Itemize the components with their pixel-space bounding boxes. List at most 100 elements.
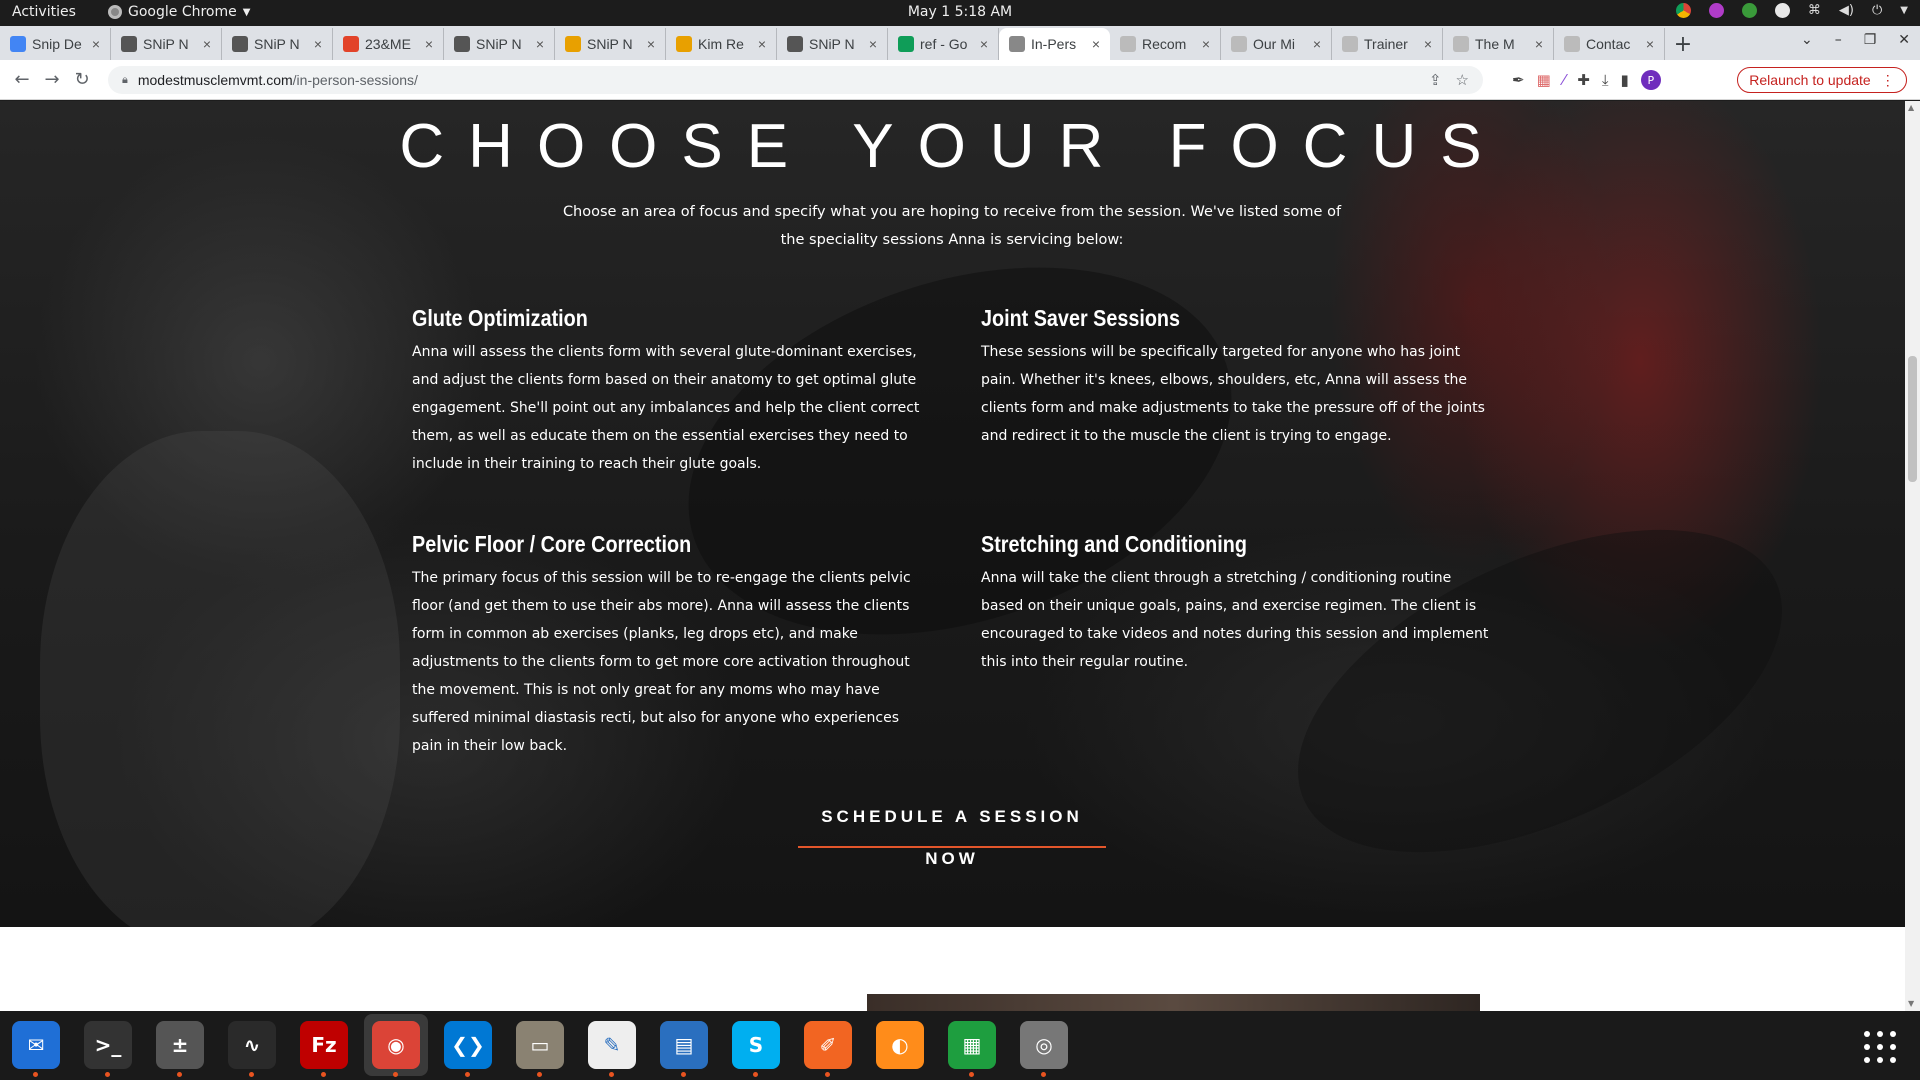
app-menu[interactable]: Google Chrome ▼ <box>108 4 250 20</box>
browser-tab[interactable]: The M × <box>1443 28 1554 60</box>
service-description: These sessions will be specifically targ… <box>981 344 1485 444</box>
text-editor-icon[interactable]: ✎ <box>588 1021 636 1077</box>
shield-tray-icon[interactable] <box>1741 3 1757 18</box>
calculator-icon[interactable]: ± <box>156 1021 204 1077</box>
tab-close-icon[interactable]: × <box>1420 36 1436 52</box>
browser-tab[interactable]: SNiP N × <box>777 28 888 60</box>
pen-extension-icon[interactable]: ⁄ <box>1563 71 1566 89</box>
tab-search-icon[interactable]: ⌄ <box>1801 32 1813 48</box>
chrome-tray-icon[interactable] <box>1675 3 1691 18</box>
skype-icon[interactable]: S <box>732 1021 780 1077</box>
site-icon <box>1231 36 1247 52</box>
filezilla-icon[interactable]: Fz <box>300 1021 348 1077</box>
browser-tab[interactable]: Our Mi × <box>1221 28 1332 60</box>
docs-icon <box>10 36 26 52</box>
disk-icon[interactable]: ◎ <box>1020 1021 1068 1077</box>
browser-tab[interactable]: ref - Go × <box>888 28 999 60</box>
app-menu-label: Google Chrome <box>128 4 237 20</box>
address-bar[interactable]: 🔒︎ modestmusclemvmt.com/in-person-sessio… <box>108 66 1483 94</box>
forward-icon[interactable]: → <box>37 69 67 90</box>
volume-icon[interactable]: ◀) <box>1839 3 1854 18</box>
restore-icon[interactable]: ❐ <box>1864 32 1877 48</box>
scrollbar-thumb[interactable] <box>1908 356 1917 482</box>
extensions-area: ✒ ▦ ⁄ ✚ ⤓ ▮ P <box>1512 70 1661 90</box>
browser-tab[interactable]: SNiP N × <box>555 28 666 60</box>
new-tab-icon[interactable]: + <box>1665 28 1701 60</box>
dock-glyph: ◎ <box>1035 1033 1053 1057</box>
power-icon[interactable]: ⏻ <box>1872 3 1882 18</box>
close-window-icon[interactable]: ✕ <box>1898 32 1910 48</box>
dock-glyph: ◐ <box>891 1033 909 1057</box>
service-description: Anna will assess the clients form with s… <box>412 344 920 472</box>
download-icon[interactable]: ⤓ <box>1602 71 1609 89</box>
tab-close-icon[interactable]: × <box>1531 36 1547 52</box>
color-picker-tray-icon[interactable] <box>1708 3 1724 18</box>
dock-glyph: ▤ <box>674 1033 694 1057</box>
browser-tab[interactable]: 23&ME × <box>333 28 444 60</box>
tab-close-icon[interactable]: × <box>865 36 881 52</box>
extensions-puzzle-icon[interactable]: ✚ <box>1577 71 1590 89</box>
browser-tab[interactable]: Trainer × <box>1332 28 1443 60</box>
service-glute-optimization: Glute Optimization Anna will assess the … <box>412 305 922 478</box>
schedule-session-button[interactable]: SCHEDULE A SESSION NOW <box>798 796 1106 868</box>
drawing-icon[interactable]: ✐ <box>804 1021 852 1077</box>
files-icon[interactable]: ▭ <box>516 1021 564 1077</box>
relaunch-to-update-button[interactable]: Relaunch to update ⋮ <box>1737 67 1907 93</box>
page-scrollbar[interactable]: ▲ ▼ <box>1905 101 1920 1011</box>
browser-tab[interactable]: Kim Re × <box>666 28 777 60</box>
browser-tab[interactable]: SNiP N × <box>444 28 555 60</box>
service-pelvic-floor: Pelvic Floor / Core Correction The prima… <box>412 531 922 760</box>
focus-section: CHOOSE YOUR FOCUS Choose an area of focu… <box>0 101 1905 927</box>
minimize-icon[interactable]: – <box>1835 32 1842 48</box>
tab-close-icon[interactable]: × <box>1642 36 1658 52</box>
document-viewer-icon[interactable]: ▤ <box>660 1021 708 1077</box>
scroll-up-icon[interactable]: ▲ <box>1908 103 1914 112</box>
tab-close-icon[interactable]: × <box>754 36 770 52</box>
tab-close-icon[interactable]: × <box>310 36 326 52</box>
tab-close-icon[interactable]: × <box>643 36 659 52</box>
system-monitor-icon[interactable]: ∿ <box>228 1021 276 1077</box>
firefox-dev-icon[interactable]: ◐ <box>876 1021 924 1069</box>
chrome-icon <box>565 36 581 52</box>
back-icon[interactable]: ← <box>7 69 37 90</box>
lock-icon[interactable]: 🔒︎ <box>122 74 128 87</box>
dock-glyph: S <box>748 1033 764 1057</box>
browser-tab[interactable]: Contac × <box>1554 28 1665 60</box>
tab-close-icon[interactable]: × <box>421 36 437 52</box>
tab-close-icon[interactable]: × <box>1088 36 1104 52</box>
chevron-down-icon[interactable]: ▼ <box>1900 5 1908 16</box>
side-panel-icon[interactable]: ▮ <box>1621 71 1629 89</box>
browser-tab[interactable]: SNiP N × <box>111 28 222 60</box>
activities-button[interactable]: Activities <box>12 4 76 20</box>
profile-avatar[interactable]: P <box>1640 70 1661 90</box>
browser-tab[interactable]: Recom × <box>1110 28 1221 60</box>
tab-close-icon[interactable]: × <box>976 36 992 52</box>
calendar-extension-icon[interactable]: ▦ <box>1537 71 1551 89</box>
tab-title: Contac <box>1586 36 1631 52</box>
browser-tab[interactable]: Snip De × <box>0 28 111 60</box>
dock-glyph: ± <box>171 1033 189 1057</box>
url-host: modestmusclemvmt.com <box>137 72 293 88</box>
xbox-tray-icon[interactable] <box>1774 3 1790 18</box>
vscode-icon[interactable]: ❮❯ <box>444 1021 492 1077</box>
network-icon[interactable]: ⌘ <box>1808 3 1821 18</box>
tab-close-icon[interactable]: × <box>1309 36 1325 52</box>
spreadsheet-icon[interactable]: ▦ <box>948 1021 996 1077</box>
browser-tab[interactable]: SNiP N × <box>222 28 333 60</box>
tab-close-icon[interactable]: × <box>1198 36 1214 52</box>
tab-close-icon[interactable]: × <box>532 36 548 52</box>
reload-icon[interactable]: ↻ <box>67 69 97 90</box>
scroll-down-icon[interactable]: ▼ <box>1908 999 1914 1008</box>
show-applications-icon[interactable] <box>1864 1031 1896 1063</box>
clock[interactable]: May 1 5:18 AM <box>908 4 1012 20</box>
thunderbird-icon[interactable]: ✉ <box>12 1021 60 1077</box>
eyedropper-extension-icon[interactable]: ✒ <box>1512 71 1525 89</box>
terminal-icon[interactable]: >_ <box>84 1021 132 1077</box>
bookmark-star-icon[interactable]: ☆ <box>1456 71 1469 89</box>
tab-close-icon[interactable]: × <box>88 36 104 52</box>
tab-close-icon[interactable]: × <box>199 36 215 52</box>
share-icon[interactable]: ⇪ <box>1429 71 1442 89</box>
chrome-icon[interactable]: ◉ <box>372 1021 420 1077</box>
tab-title: SNiP N <box>809 36 855 52</box>
browser-tab[interactable]: In-Pers × <box>999 28 1110 60</box>
